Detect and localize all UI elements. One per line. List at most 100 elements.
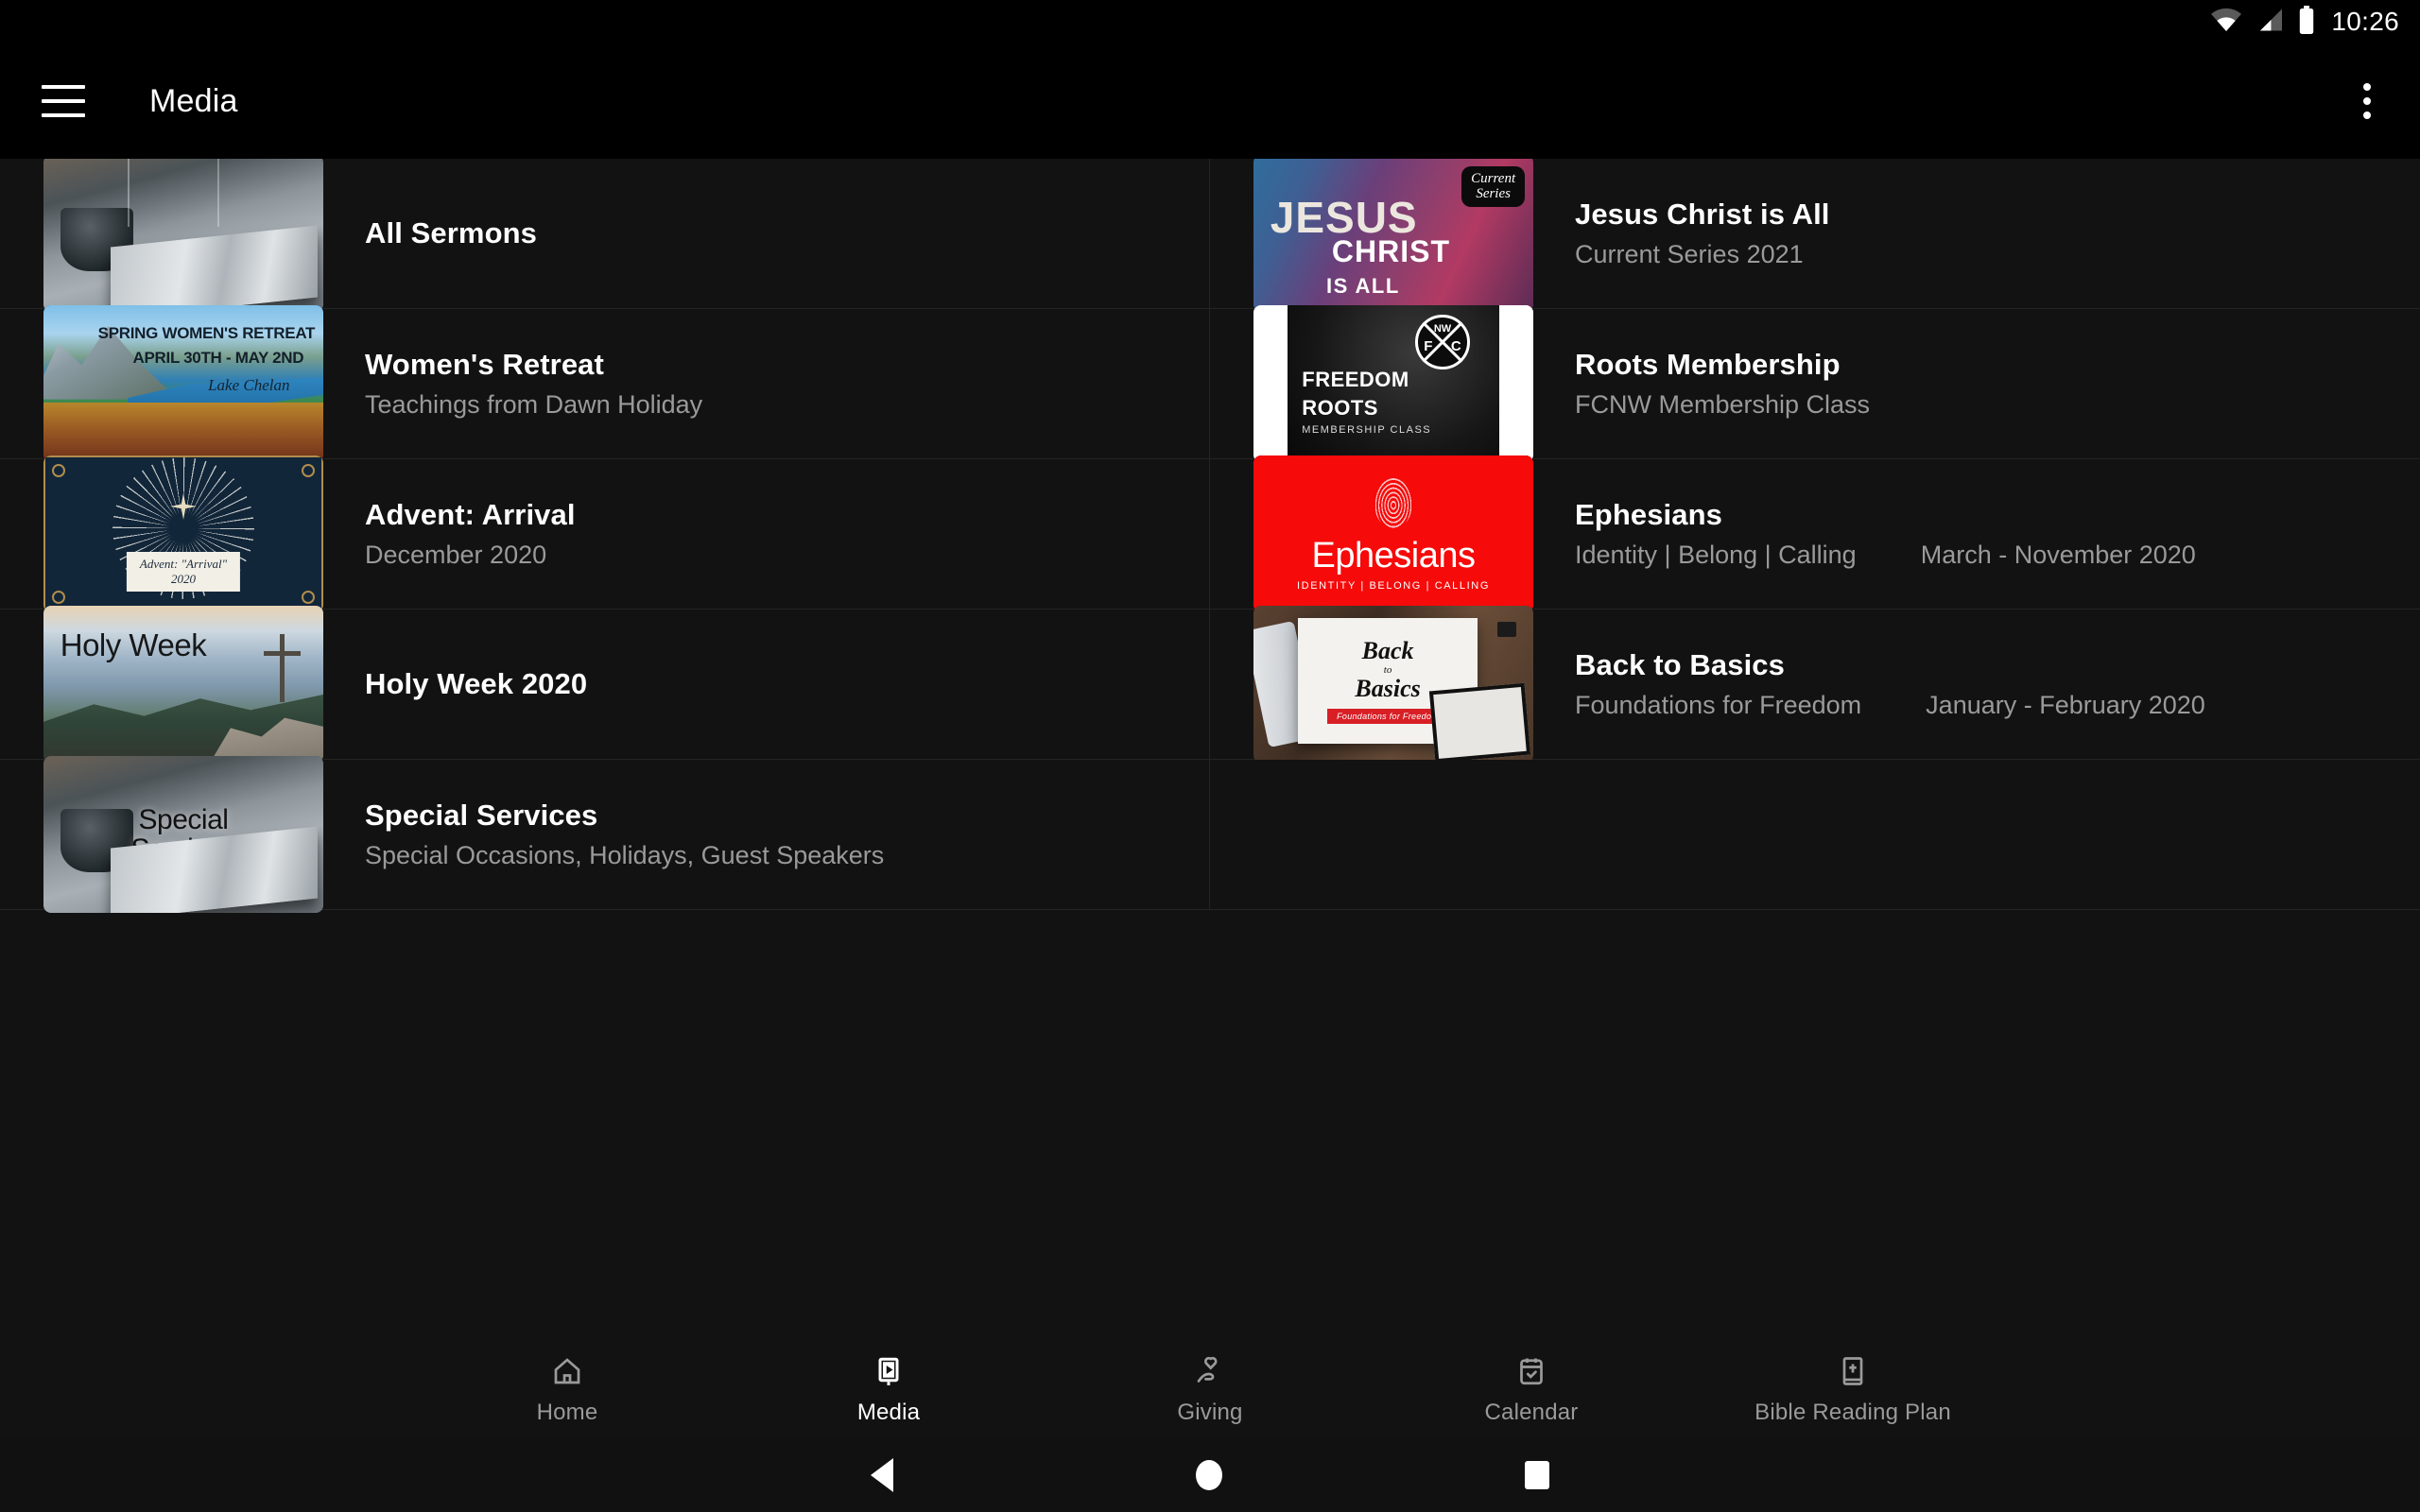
home-circle-icon[interactable] [1196,1460,1222,1490]
nav-item-giving[interactable]: Giving [1049,1352,1371,1426]
media-item-title: Roots Membership [1575,348,1841,381]
artwork-line-2: to [1383,663,1392,676]
media-item-meta: Ephesians Identity | Belong | Calling Ma… [1575,498,2420,570]
media-item-title: Advent: Arrival [365,498,576,531]
media-item-subtitle: December 2020 [365,541,547,569]
jesus-christ-is-all-artwork: JESUS CHRIST IS ALL Current Series [1253,159,1533,312]
hamburger-menu-icon[interactable] [42,85,85,117]
status-icons [2210,5,2316,39]
media-item-advent-arrival[interactable]: Advent: "Arrival" 2020 Advent: Arrival D… [0,455,1210,612]
media-item-special-services[interactable]: Special Services Special Services Specia… [0,756,1210,913]
artwork-line-3: Lake Chelan [208,375,290,394]
status-bar: 10:26 [0,0,2420,43]
media-item-meta: Roots Membership FCNW Membership Class [1575,348,2420,420]
app-bar: Media [0,43,2420,159]
bible-coffee-artwork [43,159,323,312]
media-item-subtitle: Current Series 2021 [1575,240,1804,268]
media-item-roots-membership[interactable]: NW F C FREEDOM ROOTS MEMBERSHIP CLASS Ro… [1210,305,2420,462]
special-services-artwork: Special Services [43,756,323,913]
media-item-meta: Special Services Special Occasions, Holi… [365,799,1209,870]
media-item-meta: Women's Retreat Teachings from Dawn Holi… [365,348,1209,420]
artwork-line-2: CHRIST [1331,234,1450,269]
media-item-back-to-basics[interactable]: Back to Basics Foundations for Freedom B… [1210,606,2420,763]
artwork-line-2: Services [130,833,236,865]
thumbnail-roots-membership: NW F C FREEDOM ROOTS MEMBERSHIP CLASS [1253,305,1533,462]
artwork-line-1: Special [138,803,229,835]
badge-line-1: Current [1471,170,1516,186]
media-item-meta: Back to Basics Foundations for Freedom J… [1575,648,2420,720]
back-triangle-icon[interactable] [871,1458,893,1492]
hand-heart-icon [1191,1352,1229,1390]
nav-item-calendar[interactable]: Calendar [1371,1352,1692,1426]
artwork-line-1: SPRING WOMEN'S RETREAT [97,323,316,342]
media-item-subtitle: Teachings from Dawn Holiday [365,390,703,419]
calendar-check-icon [1512,1352,1550,1390]
media-item-all-sermons[interactable]: All Sermons [0,159,1210,312]
artwork-line-1: Advent: "Arrival" [139,557,228,572]
media-item-womens-retreat[interactable]: SPRING WOMEN'S RETREAT APRIL 30TH - MAY … [0,305,1210,462]
back-to-basics-artwork: Back to Basics Foundations for Freedom [1253,606,1533,763]
status-time: 10:26 [2331,7,2399,36]
media-item-subtitle: Identity | Belong | Calling [1575,541,1857,569]
nav-label: Calendar [1484,1400,1579,1425]
freedom-roots-artwork: NW F C FREEDOM ROOTS MEMBERSHIP CLASS [1253,305,1533,462]
media-item-ephesians[interactable]: Ephesians IDENTITY | BELONG | CALLING Ep… [1210,455,2420,612]
media-grid-empty-cell [1210,760,2420,910]
artwork-line-1: Holy Week [60,627,207,663]
media-play-icon [870,1352,908,1390]
media-item-subtitle: Foundations for Freedom [1575,691,1862,719]
media-item-title: Holy Week 2020 [365,667,588,700]
badge-line-2: Series [1476,186,1511,202]
media-list-scroll-area[interactable]: All Sermons JESUS CHRIST IS ALL Current … [0,159,2420,1340]
thumbnail-jesus-christ-is-all: JESUS CHRIST IS ALL Current Series [1253,159,1533,312]
media-item-title: Back to Basics [1575,648,1785,681]
android-system-navigation-bar [0,1438,2420,1512]
logo-text-c: C [1450,337,1461,354]
thumbnail-holy-week: Holy Week [43,606,323,763]
media-item-subtitle: Special Occasions, Holidays, Guest Speak… [365,841,885,869]
artwork-line-1: Back [1361,636,1414,664]
media-item-date: March - November 2020 [1920,541,2196,569]
page-title: Media [149,82,238,119]
artwork-line-3: Basics [1355,674,1421,702]
thumbnail-ephesians: Ephesians IDENTITY | BELONG | CALLING [1253,455,1533,612]
media-item-meta: Advent: Arrival December 2020 [365,498,1209,570]
thumbnail-all-sermons [43,159,323,312]
media-item-jesus-christ-is-all[interactable]: JESUS CHRIST IS ALL Current Series Jesus… [1210,159,2420,312]
artwork-line-3: IS ALL [1325,273,1400,298]
current-series-badge: Current Series [1461,165,1526,208]
thumbnail-womens-retreat: SPRING WOMEN'S RETREAT APRIL 30TH - MAY … [43,305,323,462]
media-item-meta: Jesus Christ is All Current Series 2021 [1575,198,2420,269]
media-item-title: Jesus Christ is All [1575,198,1830,231]
artwork-line-2: APRIL 30TH - MAY 2ND [132,349,304,368]
more-vertical-icon[interactable] [2354,76,2380,127]
media-grid: All Sermons JESUS CHRIST IS ALL Current … [0,159,2420,913]
media-item-title: Special Services [365,799,598,832]
media-item-date: January - February 2020 [1926,691,2205,719]
nav-item-media[interactable]: Media [728,1352,1049,1426]
artwork-line-1: FREEDOM [1302,368,1409,392]
media-item-subtitle: FCNW Membership Class [1575,390,1871,419]
artwork-line-2: IDENTITY | BELONG | CALLING [1297,579,1490,592]
fcnw-logo-icon: NW F C [1415,314,1470,369]
nav-label: Bible Reading Plan [1754,1400,1951,1425]
holy-week-artwork: Holy Week [43,606,323,763]
recents-square-icon[interactable] [1525,1461,1549,1489]
artwork-line-2: 2020 [171,572,196,587]
wifi-icon [2210,8,2242,37]
fingerprint-icon [1374,476,1412,528]
thumbnail-back-to-basics: Back to Basics Foundations for Freedom [1253,606,1533,763]
media-item-meta: All Sermons [365,216,1209,250]
cross-icon [263,633,301,702]
nav-item-bible-reading-plan[interactable]: Bible Reading Plan [1692,1352,2014,1426]
logo-text-nw: NW [1433,323,1452,335]
media-item-title: Ephesians [1575,498,1722,531]
nav-item-home[interactable]: Home [406,1352,728,1426]
artwork-line-3: MEMBERSHIP CLASS [1302,424,1432,437]
media-item-meta: Holy Week 2020 [365,667,1209,701]
cellular-signal-icon [2256,8,2284,37]
media-item-holy-week-2020[interactable]: Holy Week Holy Week 2020 [0,606,1210,763]
womens-retreat-artwork: SPRING WOMEN'S RETREAT APRIL 30TH - MAY … [43,305,323,462]
battery-icon [2297,5,2316,39]
artwork-line-1: Ephesians [1311,535,1476,576]
